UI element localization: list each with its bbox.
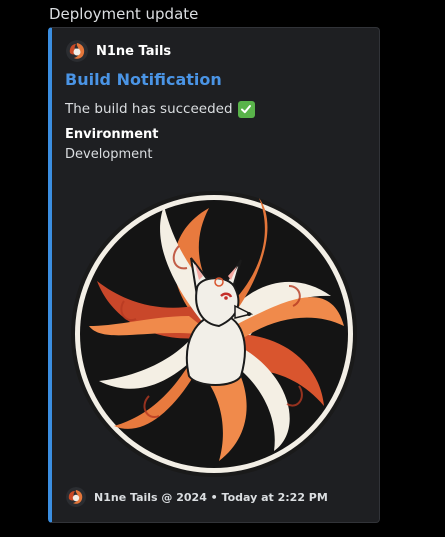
embed-description: The build has succeeded bbox=[65, 99, 255, 119]
embed-card: N1ne Tails Build Notification The build … bbox=[48, 27, 380, 523]
fox-avatar-icon[interactable] bbox=[66, 40, 88, 62]
embed-field-name: Environment bbox=[65, 127, 159, 142]
embed-description-text: The build has succeeded bbox=[65, 101, 233, 117]
embed-footer-text: N1ne Tails @ 2024 • Today at 2:22 PM bbox=[94, 490, 328, 504]
embed-author-name[interactable]: N1ne Tails bbox=[96, 44, 171, 59]
embed-title[interactable]: Build Notification bbox=[65, 70, 222, 90]
embed-field-value: Development bbox=[65, 147, 153, 162]
embed-footer: N1ne Tails @ 2024 • Today at 2:22 PM bbox=[66, 486, 328, 508]
nine-tailed-fox-image[interactable] bbox=[69, 176, 363, 480]
fox-footer-icon bbox=[66, 487, 86, 507]
embed-author: N1ne Tails bbox=[66, 39, 171, 63]
message-text: Deployment update bbox=[49, 5, 199, 23]
white-check-mark-icon bbox=[237, 100, 255, 118]
